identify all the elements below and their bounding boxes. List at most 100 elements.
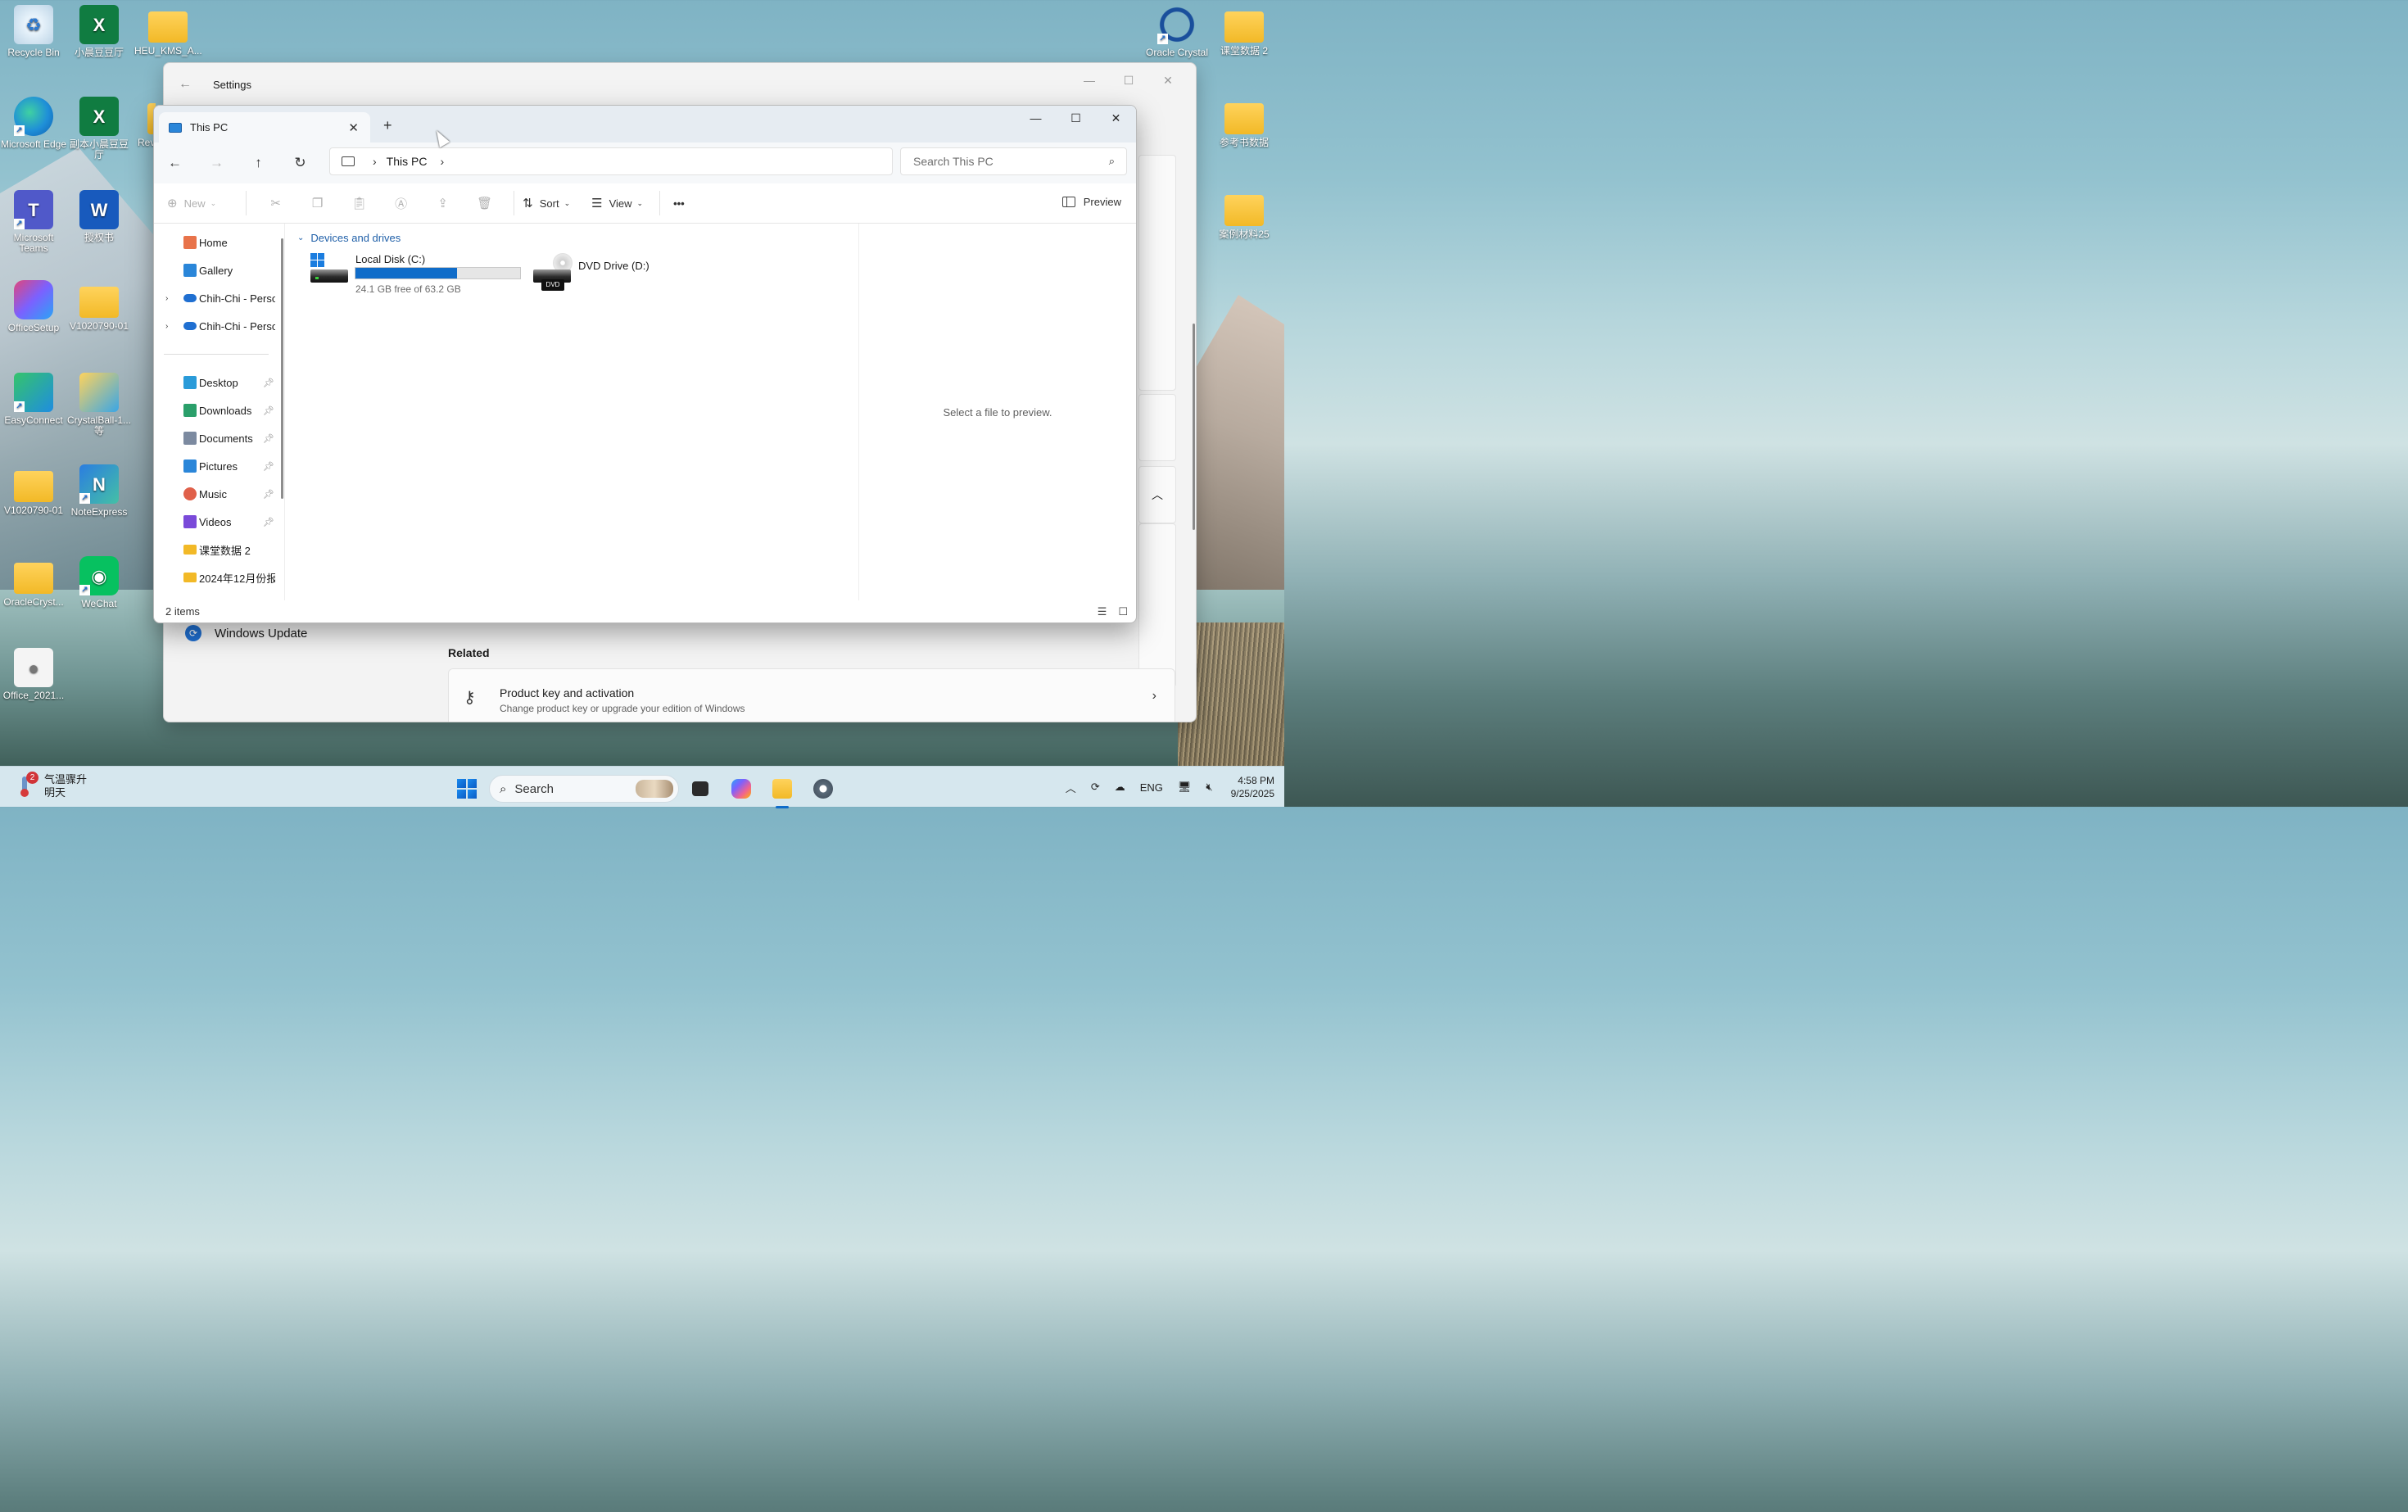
new-button[interactable]: ⊕ New ⌄ <box>167 196 216 211</box>
home-icon <box>183 236 197 249</box>
desktop-icon-reference-data[interactable]: 参考书数据 <box>1211 97 1278 148</box>
view-button[interactable]: ☰ View ⌄ <box>591 196 643 211</box>
desktop-icon-wechat[interactable]: ◉ ↗ WeChat <box>66 556 133 609</box>
desktop-icon-recycle-bin[interactable]: ♻ Recycle Bin <box>0 5 67 58</box>
desktop-icon-v1020790-folder[interactable]: V1020790-01 <box>66 280 133 332</box>
tab-this-pc[interactable]: This PC ✕ <box>159 112 370 143</box>
desktop-icon-excel-file[interactable]: X 小晨豆豆厅 <box>66 5 133 58</box>
close-button[interactable]: ✕ <box>1148 68 1188 93</box>
maximize-button[interactable]: ☐ <box>1056 106 1096 130</box>
settings-card[interactable] <box>1138 523 1176 687</box>
chevron-down-icon: ⌄ <box>297 233 305 242</box>
volume-muted-icon[interactable]: 🔇︎ <box>1206 781 1212 794</box>
up-button[interactable]: ↑ <box>238 155 279 171</box>
details-view-icon[interactable]: ☰ <box>1098 605 1107 618</box>
preview-pane-button[interactable]: Preview <box>1061 196 1121 208</box>
delete-icon[interactable]: 🗑︎ <box>464 196 505 211</box>
close-button[interactable]: ✕ <box>1096 106 1136 130</box>
see-more-button[interactable]: ••• <box>673 197 685 210</box>
cut-icon[interactable]: ✂ <box>255 196 296 211</box>
nav-item-home[interactable]: Home <box>154 230 275 255</box>
nav-item-pictures[interactable]: Pictures 📌︎ <box>154 454 275 478</box>
group-header-devices[interactable]: ⌄ Devices and drives <box>297 232 401 244</box>
taskbar-file-explorer[interactable] <box>763 772 802 808</box>
tab-close-icon[interactable]: ✕ <box>348 120 359 135</box>
settings-card[interactable] <box>1138 394 1176 461</box>
large-icons-view-icon[interactable]: ☐ <box>1118 605 1128 618</box>
maximize-button[interactable]: ☐ <box>1109 68 1148 93</box>
breadcrumb-this-pc[interactable]: This PC <box>387 155 428 168</box>
nav-item-report-folder[interactable]: 2024年12月份报 <box>154 565 275 590</box>
drive-c[interactable]: Local Disk (C:) 24.1 GB free of 63.2 GB <box>310 253 523 296</box>
breadcrumb-chevron-icon[interactable]: › <box>373 155 377 168</box>
excel-icon: X <box>79 97 119 136</box>
explorer-tab-bar[interactable]: This PC ✕ + — ☐ ✕ <box>154 106 1136 143</box>
back-arrow-icon[interactable]: ← <box>179 77 198 92</box>
desktop-icon-easyconnect[interactable]: ↗ EasyConnect <box>0 373 67 426</box>
nav-item-documents[interactable]: Documents 📌︎ <box>154 426 275 450</box>
desktop-icon-teams[interactable]: T ↗ Microsoft Teams <box>0 190 67 254</box>
nav-pane-scrollbar[interactable] <box>281 238 283 499</box>
file-explorer-window[interactable]: This PC ✕ + — ☐ ✕ ← → ↑ ↻ › This PC › ⌕ … <box>153 105 1137 623</box>
weather-widget[interactable]: 2 气温骤升 明天 <box>18 772 87 799</box>
desktop-icon-case-materials[interactable]: 案例材料25 <box>1211 188 1278 240</box>
taskbar-settings[interactable] <box>803 772 843 805</box>
breadcrumb-chevron-icon[interactable]: › <box>440 155 444 168</box>
nav-item-music[interactable]: Music 📌︎ <box>154 482 275 506</box>
back-button[interactable]: ← <box>154 155 196 171</box>
desktop-icon-noteexpress[interactable]: N ↗ NoteExpress <box>66 464 133 518</box>
share-icon[interactable]: ⇪ <box>422 196 464 211</box>
minimize-button[interactable]: — <box>1070 68 1109 93</box>
chevron-right-icon[interactable]: › <box>165 322 168 331</box>
copy-icon[interactable]: ❐ <box>296 196 338 211</box>
desktop-icon-class-data[interactable]: 课堂数据 2 <box>1211 5 1278 57</box>
chevron-right-icon[interactable]: › <box>165 294 168 303</box>
desktop-icon-oracle-crystal[interactable]: ↗ Oracle Crystal <box>1143 5 1211 58</box>
desktop-icon-heu-folder[interactable]: HEU_KMS_A... <box>134 5 202 57</box>
rename-icon[interactable]: Ⓐ <box>380 195 422 212</box>
desktop-icon-oraclecryst-folder[interactable]: OracleCryst... <box>0 556 67 608</box>
nav-item-downloads[interactable]: Downloads 📌︎ <box>154 398 275 423</box>
settings-scrollbar[interactable] <box>1193 324 1195 530</box>
desktop-icon-crystalball[interactable]: CrystalBall-1... 等 <box>66 373 133 437</box>
product-key-activation-card[interactable]: ⚷ Product key and activation Change prod… <box>448 668 1175 722</box>
search-box[interactable]: ⌕ <box>900 147 1127 175</box>
minimize-button[interactable]: — <box>1016 106 1056 130</box>
taskbar-search[interactable]: ⌕ Search <box>489 775 679 803</box>
desktop-icon-officesetup[interactable]: OfficeSetup <box>0 280 67 333</box>
desktop-icon-rev[interactable]: Rev <box>123 97 156 148</box>
onedrive-offline-icon[interactable]: ☁ <box>1115 781 1125 794</box>
nav-item-onedrive-2[interactable]: › Chih-Chi - Personal <box>154 314 275 338</box>
clock[interactable]: 4:58 PM 9/25/2025 <box>1231 774 1274 800</box>
refresh-button[interactable]: ↻ <box>279 155 321 171</box>
start-button[interactable] <box>453 775 481 803</box>
search-input[interactable] <box>913 155 1093 168</box>
chevron-up-icon[interactable]: ︿ <box>1066 780 1076 795</box>
paste-icon[interactable]: 📋︎ <box>338 196 380 211</box>
address-bar[interactable]: › This PC › <box>329 147 893 175</box>
settings-titlebar[interactable]: ← Settings <box>164 63 1196 106</box>
desktop-icon-edge[interactable]: ↗ Microsoft Edge <box>0 97 67 150</box>
drive-d[interactable]: DVD DVD Drive (D:) <box>533 253 697 296</box>
nav-item-gallery[interactable]: Gallery <box>154 258 275 283</box>
nav-item-class-data-folder[interactable]: 课堂数据 2 <box>154 537 275 562</box>
windows-update-item[interactable]: ⟳ Windows Update <box>185 625 307 641</box>
network-icon[interactable]: 🖥︎ <box>1178 781 1192 794</box>
language-indicator[interactable]: ENG <box>1140 781 1163 794</box>
desktop-icon-word-file[interactable]: W 授权书 <box>66 190 133 243</box>
taskbar-copilot[interactable] <box>722 772 761 805</box>
settings-card[interactable] <box>1138 155 1176 391</box>
nav-item-videos[interactable]: Videos 📌︎ <box>154 509 275 534</box>
taskbar-task-view[interactable] <box>681 772 720 805</box>
new-tab-button[interactable]: + <box>383 117 392 134</box>
settings-card-collapse[interactable]: ︿ <box>1138 466 1176 523</box>
desktop-icon-office-2021[interactable]: ● Office_2021... <box>0 648 67 701</box>
desktop-icon-v1020790-zip[interactable]: V1020790-01 <box>0 464 67 516</box>
nav-item-onedrive-1[interactable]: › Chih-Chi - Personal <box>154 286 275 310</box>
sync-icon[interactable]: ⟳ <box>1091 781 1100 794</box>
nav-item-desktop[interactable]: Desktop 📌︎ <box>154 370 275 395</box>
file-list-area[interactable]: ⌄ Devices and drives Local Disk (C:) 24.… <box>286 224 859 600</box>
navigation-pane[interactable]: Home Gallery › Chih-Chi - Personal › Chi… <box>154 224 285 600</box>
sort-button[interactable]: ⇅ Sort ⌄ <box>523 196 570 211</box>
forward-button[interactable]: → <box>196 155 238 171</box>
